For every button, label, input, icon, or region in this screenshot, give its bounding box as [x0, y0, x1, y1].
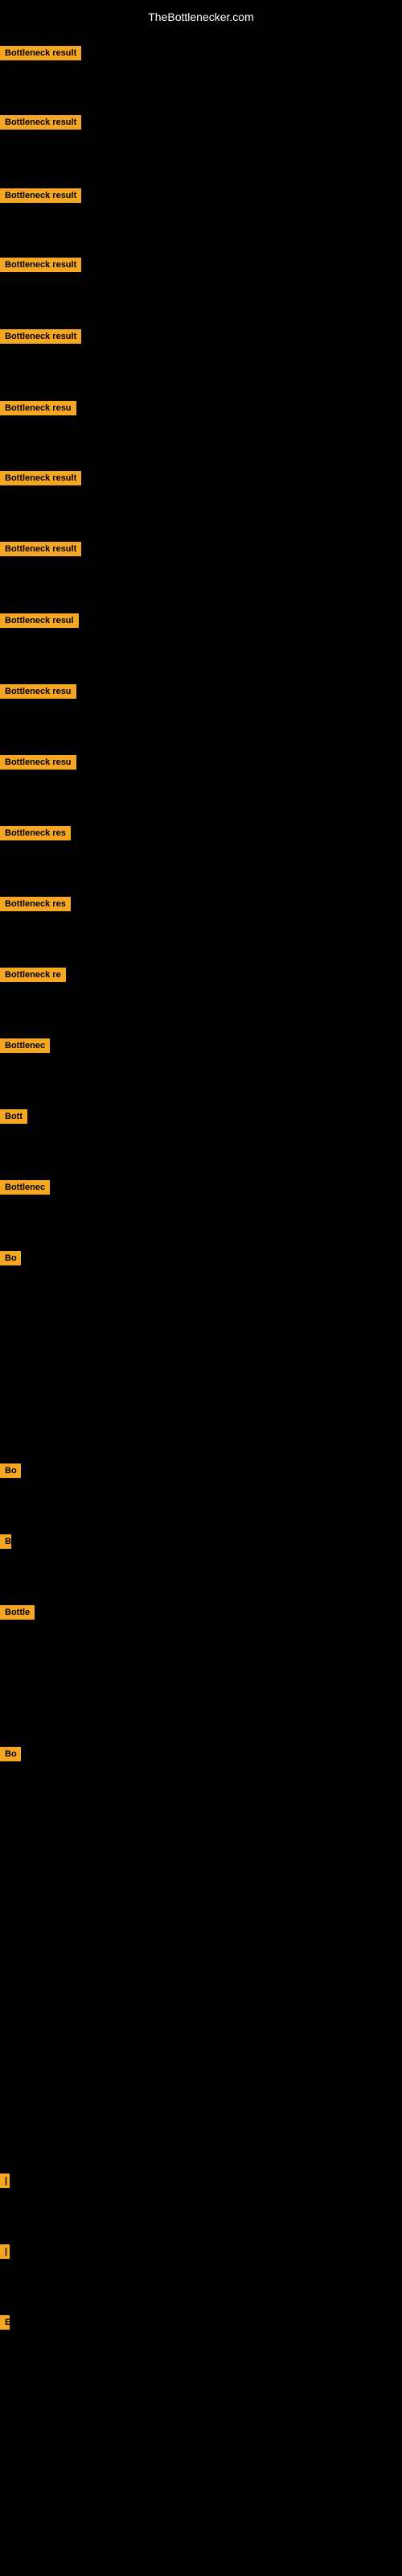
badge-11[interactable]: Bottleneck resu — [0, 755, 76, 770]
badge-23[interactable]: Bottle — [0, 1605, 35, 1620]
badge-small-2[interactable]: | — [0, 2244, 10, 2259]
badge-6[interactable]: Bottleneck resu — [0, 401, 76, 415]
badge-13[interactable]: Bottleneck res — [0, 897, 71, 911]
badge-10[interactable]: Bottleneck resu — [0, 684, 76, 699]
badge-1[interactable]: Bottleneck result — [0, 46, 81, 60]
badge-12[interactable]: Bottleneck res — [0, 826, 71, 840]
badge-4[interactable]: Bottleneck result — [0, 258, 81, 272]
badge-18[interactable]: Bo — [0, 1251, 21, 1265]
badge-3[interactable]: Bottleneck result — [0, 188, 81, 203]
badge-7[interactable]: Bottleneck result — [0, 471, 81, 485]
badge-17[interactable]: Bottlenec — [0, 1180, 50, 1195]
site-title: TheBottlenecker.com — [0, 4, 402, 30]
badge-14[interactable]: Bottleneck re — [0, 968, 66, 982]
badge-2[interactable]: Bottleneck result — [0, 115, 81, 130]
badge-22[interactable]: B — [0, 1534, 11, 1549]
badge-25[interactable]: Bo — [0, 1747, 21, 1761]
badge-9[interactable]: Bottleneck resul — [0, 613, 79, 628]
badge-small-3[interactable]: E — [0, 2315, 10, 2330]
badge-5[interactable]: Bottleneck result — [0, 329, 81, 344]
badge-15[interactable]: Bottlenec — [0, 1038, 50, 1053]
badge-8[interactable]: Bottleneck result — [0, 542, 81, 556]
badge-small-1[interactable]: | — [0, 2174, 10, 2188]
badge-21[interactable]: Bo — [0, 1463, 21, 1478]
badge-16[interactable]: Bott — [0, 1109, 27, 1124]
